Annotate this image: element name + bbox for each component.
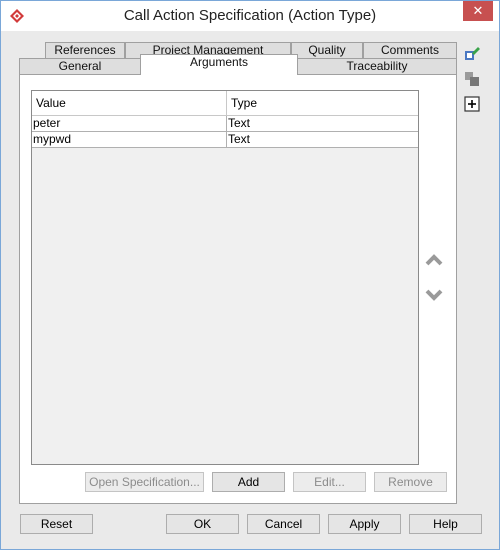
cancel-button[interactable]: Cancel [247, 514, 320, 534]
tab-references[interactable]: References [45, 42, 125, 59]
cell-type[interactable]: Text [226, 132, 418, 147]
cell-type[interactable]: Text [226, 116, 418, 131]
add-button[interactable]: Add [212, 472, 285, 492]
table-header: Value Type [32, 91, 418, 116]
table-row[interactable]: mypwd Text [32, 132, 418, 148]
remove-button[interactable]: Remove [374, 472, 447, 492]
tab-comments[interactable]: Comments [363, 42, 457, 59]
title-bar[interactable]: Call Action Specification (Action Type) … [1, 1, 499, 31]
open-specification-button[interactable]: Open Specification... [85, 472, 204, 492]
tab-quality[interactable]: Quality [291, 42, 363, 59]
reset-button[interactable]: Reset [20, 514, 93, 534]
cell-value[interactable]: mypwd [32, 132, 226, 147]
table-row[interactable]: peter Text [32, 116, 418, 132]
chevron-up-icon[interactable] [425, 253, 443, 267]
window-title: Call Action Specification (Action Type) [123, 7, 377, 24]
arguments-table[interactable]: Value Type peter Text mypwd Text [31, 90, 419, 465]
column-header-type[interactable]: Type [226, 91, 418, 116]
cell-value[interactable]: peter [32, 116, 226, 131]
tab-traceability[interactable]: Traceability [297, 58, 457, 75]
edit-button[interactable]: Edit... [293, 472, 366, 492]
chevron-down-icon[interactable] [425, 288, 443, 302]
apply-button[interactable]: Apply [328, 514, 401, 534]
tab-arguments[interactable]: Arguments [140, 54, 298, 75]
add-box-icon[interactable] [464, 96, 480, 112]
dialog-window: Call Action Specification (Action Type) … [0, 0, 500, 550]
edit-model-icon[interactable] [464, 45, 480, 61]
ok-button[interactable]: OK [166, 514, 239, 534]
column-header-value[interactable]: Value [32, 91, 226, 116]
help-button[interactable]: Help [409, 514, 482, 534]
close-button[interactable]: ✕ [463, 1, 493, 21]
tab-general[interactable]: General [19, 58, 141, 75]
merge-icon[interactable] [464, 71, 480, 87]
